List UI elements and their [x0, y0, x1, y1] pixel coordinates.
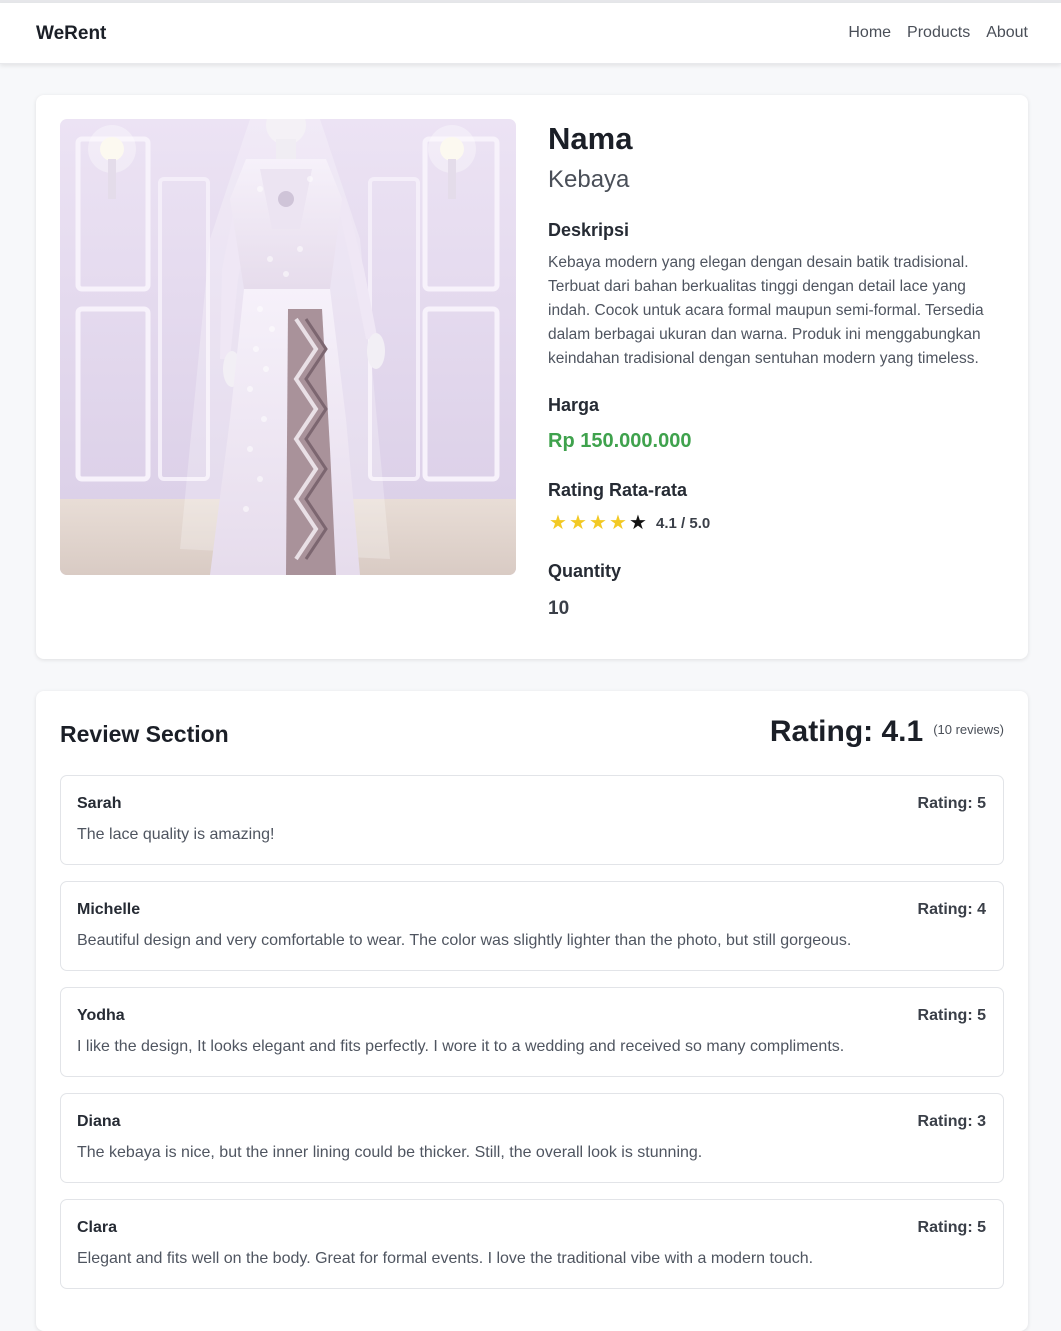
- reviewer-name: Diana: [77, 1113, 121, 1130]
- product-price: Rp 150.000.000: [548, 430, 692, 452]
- review-rating: Rating: 4: [917, 901, 986, 918]
- review-item: Sarah Rating: 5 The lace quality is amaz…: [60, 775, 1004, 865]
- review-item: Yodha Rating: 5 I like the design, It lo…: [60, 987, 1004, 1077]
- star-icon: ★: [609, 512, 627, 534]
- review-comment: I like the design, It looks elegant and …: [77, 1038, 845, 1055]
- price-label: Harga: [548, 395, 600, 415]
- reviewer-name: Michelle: [77, 901, 141, 918]
- navbar: WeRent Home Products About: [0, 3, 1061, 64]
- brand-logo[interactable]: WeRent: [36, 23, 106, 45]
- review-list: Sarah Rating: 5 The lace quality is amaz…: [60, 775, 1004, 1305]
- average-rating-value: 4.1 / 5.0: [656, 514, 711, 532]
- review-section: Review Section Rating: 4.1 (10 reviews) …: [36, 691, 1028, 1331]
- review-item: Diana Rating: 3 The kebaya is nice, but …: [60, 1093, 1004, 1183]
- product-detail-card: Nama Kebaya Deskripsi Kebaya modern yang…: [36, 95, 1028, 659]
- review-summary: Rating: 4.1 (10 reviews): [770, 715, 1004, 749]
- star-icon: ★: [549, 512, 567, 534]
- review-comment: Elegant and fits well on the body. Great…: [77, 1250, 814, 1267]
- review-rating: Rating: 5: [917, 1007, 986, 1024]
- review-item: Michelle Rating: 4 Beautiful design and …: [60, 881, 1004, 971]
- nav-link-home[interactable]: Home: [848, 24, 891, 42]
- reviewer-name: Clara: [77, 1219, 118, 1236]
- quantity-label: Quantity: [548, 561, 622, 581]
- rating-stars: ★ ★ ★ ★ ★ 4.1 / 5.0: [548, 511, 1008, 535]
- name-heading: Nama: [548, 121, 633, 156]
- review-count: (10 reviews): [933, 722, 1004, 737]
- average-rating-label: Rating Rata-rata: [548, 480, 688, 500]
- description-label: Deskripsi: [548, 220, 630, 240]
- review-rating: Rating: 3: [917, 1113, 986, 1130]
- review-item: Clara Rating: 5 Elegant and fits well on…: [60, 1199, 1004, 1289]
- nav-links: Home Products About: [848, 24, 1028, 42]
- product-description: Kebaya modern yang elegan dengan desain …: [548, 254, 984, 367]
- review-rating: Rating: 5: [917, 795, 986, 812]
- review-comment: Beautiful design and very comfortable to…: [77, 932, 852, 949]
- star-icon: ★: [589, 512, 607, 534]
- product-info: Nama Kebaya Deskripsi Kebaya modern yang…: [548, 119, 1008, 622]
- product-image: [60, 119, 516, 575]
- summary-rating: Rating: 4.1: [769, 715, 924, 748]
- quantity-value: 10: [548, 598, 570, 619]
- reviewer-name: Yodha: [77, 1007, 125, 1024]
- review-rating: Rating: 5: [917, 1219, 986, 1236]
- nav-link-products[interactable]: Products: [907, 24, 970, 42]
- reviewer-name: Sarah: [77, 795, 122, 812]
- star-icon: ★: [629, 512, 647, 534]
- nav-link-about[interactable]: About: [986, 24, 1028, 42]
- review-section-title: Review Section: [60, 721, 229, 747]
- review-comment: The lace quality is amazing!: [77, 826, 275, 843]
- review-comment: The kebaya is nice, but the inner lining…: [77, 1144, 703, 1161]
- product-name: Kebaya: [548, 166, 630, 193]
- star-icon: ★: [569, 512, 587, 534]
